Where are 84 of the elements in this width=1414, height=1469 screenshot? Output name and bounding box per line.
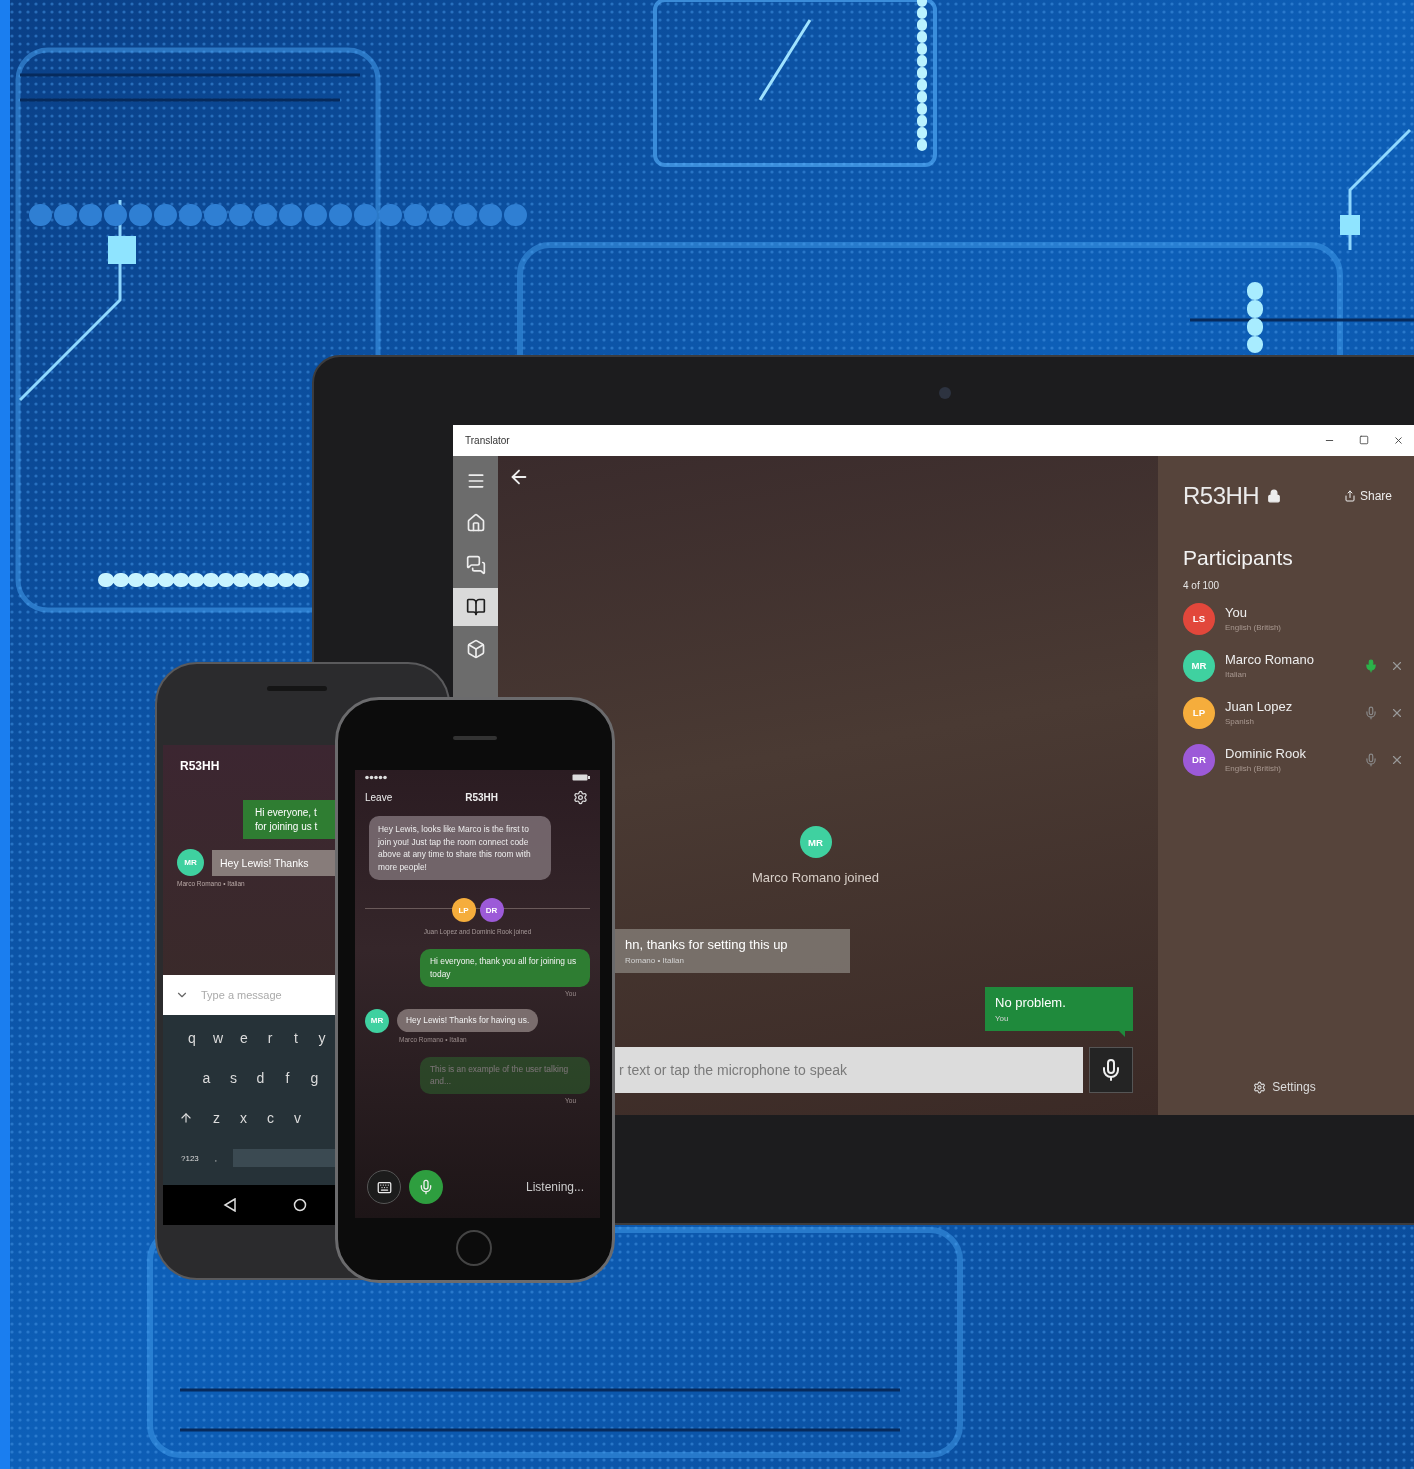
nav-item[interactable] [453, 588, 498, 626]
window-title: Translator [465, 435, 510, 446]
room-code: R53HH [465, 791, 498, 803]
keyboard-key[interactable]: s [220, 1070, 247, 1086]
keyboard-key[interactable]: g [301, 1070, 328, 1086]
message-input[interactable]: r text or tap the microphone to speak [615, 1047, 1083, 1093]
room-code: R53HH [179, 758, 221, 775]
share-icon [1343, 490, 1356, 502]
cube-icon [465, 639, 486, 659]
share-button[interactable]: Share [1337, 488, 1398, 504]
participant-name: Juan Lopez [1225, 699, 1294, 714]
microphone-button[interactable] [1089, 1047, 1133, 1093]
listening-status: Listening... [525, 1180, 584, 1194]
settings-icon [573, 789, 588, 805]
message-text: hn, thanks for setting this up [625, 937, 789, 952]
message-text: Hi everyone, t for joining us t [255, 806, 319, 833]
settings-button[interactable]: Settings [1247, 1079, 1322, 1095]
keyboard-button[interactable] [367, 1170, 401, 1204]
participant-count: 4 of 100 [1183, 580, 1221, 591]
keyboard-icon [376, 1179, 392, 1195]
avatar: MR [1183, 649, 1215, 682]
keyboard-key[interactable]: z [203, 1110, 230, 1126]
avatar: LP [451, 898, 476, 923]
joined-notice: Marco Romano joined [751, 870, 880, 885]
lock-icon [1267, 489, 1282, 503]
avatar: MR [799, 826, 832, 858]
participant-language: Italian [1225, 670, 1248, 679]
participant-name: Marco Romano [1225, 652, 1315, 667]
message-input[interactable]: Type a message [201, 989, 311, 1001]
keyboard-key[interactable]: w [205, 1030, 231, 1046]
home-icon [465, 513, 486, 533]
avatar: LS [1183, 602, 1215, 635]
keyboard-key[interactable]: c [257, 1110, 284, 1126]
participant-name: You [1225, 605, 1248, 620]
avatar: DR [1183, 743, 1215, 776]
participant-language: English (British) [1225, 623, 1282, 632]
avatar: MR [365, 1008, 389, 1033]
back-button[interactable] [223, 1198, 237, 1212]
speaker-grille [453, 736, 497, 740]
settings-icon [1253, 1080, 1267, 1094]
keyboard-key[interactable]: v [284, 1110, 311, 1126]
shift-icon [179, 1111, 193, 1125]
close-icon [1393, 435, 1404, 446]
camera-icon [939, 387, 951, 399]
signal-icon [365, 774, 387, 780]
avatar: MR [177, 849, 204, 876]
battery-icon [572, 773, 590, 781]
keyboard-key[interactable]: x [230, 1110, 257, 1126]
keyboard-key[interactable]: e [231, 1030, 257, 1046]
keyboard-key[interactable]: q [179, 1030, 205, 1046]
book-icon [465, 597, 486, 617]
participant-name: Dominic Rook [1225, 746, 1307, 761]
avatar: LP [1183, 696, 1215, 729]
message-text: Hey Lewis, looks like Marco is the first to join you! Just tap the room connect code above at any time to share this room with more people! [378, 823, 532, 874]
panel-title: Participants [1183, 546, 1294, 570]
comma-key[interactable]: , [206, 1153, 226, 1163]
home-icon [293, 1198, 307, 1212]
microphone-button[interactable] [409, 1170, 443, 1204]
message-text: Hey Lewis! Thanks [220, 856, 309, 869]
message-meta: Romano • Italian [625, 956, 685, 965]
microphone-icon [418, 1179, 434, 1195]
maximize-icon [1359, 435, 1369, 445]
avatar: DR [479, 898, 504, 923]
leave-button[interactable]: Leave [365, 791, 393, 803]
settings-label: Settings [1272, 1080, 1316, 1094]
message-text: This is an example of the user talking and... [430, 1062, 570, 1088]
message-meta: You [995, 1014, 1010, 1023]
message-text: No problem. [995, 995, 1067, 1010]
symbols-key[interactable]: ?123 [173, 1153, 207, 1163]
message-text: Hi everyone, thank you all for joining us today [430, 955, 578, 981]
participant-language: English (British) [1225, 764, 1282, 773]
keyboard-key[interactable]: d [247, 1070, 274, 1086]
message-text: Hey Lewis! Thanks for having us. [406, 1014, 530, 1027]
share-label: Share [1359, 489, 1392, 503]
speaker-grille [267, 686, 327, 691]
keyboard-key[interactable]: y [309, 1030, 335, 1046]
keyboard-key[interactable]: r [257, 1030, 283, 1046]
participant-language: Spanish [1225, 717, 1255, 726]
back-icon [223, 1198, 237, 1212]
room-code: R53HH [1183, 482, 1260, 510]
keyboard-key[interactable]: f [274, 1070, 301, 1086]
chat-icon [465, 555, 486, 575]
keyboard-key[interactable]: t [283, 1030, 309, 1046]
keyboard-key[interactable]: a [193, 1070, 220, 1086]
